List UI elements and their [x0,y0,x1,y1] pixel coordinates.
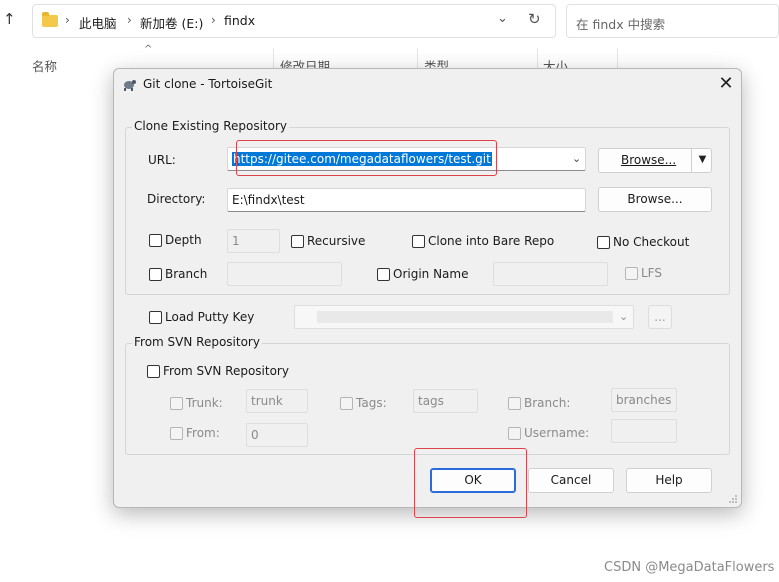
url-value[interactable]: https://gitee.com/megadataflowers/test.g… [232,152,492,166]
dialog-title: Git clone - TortoiseGit [143,77,273,91]
tags-checkbox[interactable] [340,397,353,410]
bare-repo-checkbox[interactable] [412,235,425,248]
help-button[interactable]: Help [626,468,712,493]
clone-existing-group-title: Clone Existing Repository [132,119,290,133]
trunk-value: trunk [251,394,283,408]
lfs-label[interactable]: LFS [641,266,662,280]
folder-icon [42,12,58,27]
no-checkout-checkbox[interactable] [597,236,610,249]
trunk-checkbox[interactable] [170,397,183,410]
origin-name-input[interactable] [493,262,608,286]
branch-checkbox[interactable] [149,268,162,281]
directory-value: E:\findx\test [232,193,305,207]
git-clone-dialog: Git clone - TortoiseGit ✕ Clone Existing… [113,68,742,508]
ok-button[interactable]: OK [430,468,516,493]
from-svn-label[interactable]: From SVN Repository [163,364,289,378]
tags-label[interactable]: Tags: [356,396,387,410]
recursive-label[interactable]: Recursive [307,234,365,248]
breadcrumb-item[interactable]: findx [224,13,255,28]
directory-label: Directory: [147,192,206,206]
cancel-button[interactable]: Cancel [528,468,614,493]
depth-input[interactable]: 1 [227,229,280,253]
from-input[interactable]: 0 [246,423,308,447]
username-label[interactable]: Username: [524,426,589,440]
cancel-label: Cancel [550,473,592,487]
username-input[interactable] [611,419,677,443]
dropdown-arrow-icon[interactable]: ▼ [691,148,713,173]
column-header-name[interactable]: 名称 [32,56,57,75]
from-svn-checkbox[interactable] [147,365,160,378]
url-browse-label[interactable]: Browse... [621,153,676,167]
directory-browse-label: Browse... [627,192,683,206]
putty-browse-button[interactable]: ... [648,305,672,329]
load-putty-key-label[interactable]: Load Putty Key [165,310,254,324]
tortoisegit-icon [124,80,136,91]
depth-value: 1 [232,234,240,248]
svn-group-title: From SVN Repository [132,335,262,349]
origin-name-checkbox[interactable] [377,268,390,281]
trunk-label[interactable]: Trunk: [186,396,223,410]
breadcrumb-item[interactable]: 新加卷 (E:) [140,13,203,32]
putty-key-combobox[interactable] [294,305,634,329]
from-label[interactable]: From: [186,426,220,440]
branch-input[interactable] [227,262,342,286]
dialog-titlebar[interactable]: Git clone - TortoiseGit ✕ [114,69,741,101]
load-putty-key-checkbox[interactable] [149,311,162,324]
url-label: URL: [148,153,176,167]
up-arrow-icon[interactable]: ↑ [3,10,16,28]
putty-browse-label: ... [654,310,666,324]
address-bar[interactable]: › 此电脑 › 新加卷 (E:) › findx ⌄ ↻ [32,4,556,38]
breadcrumb-separator-icon: › [65,13,70,27]
svn-branch-checkbox[interactable] [508,397,521,410]
bare-repo-label[interactable]: Clone into Bare Repo [428,234,554,248]
trunk-input[interactable]: trunk [246,389,308,413]
breadcrumb-separator-icon: › [127,13,132,27]
no-checkout-label[interactable]: No Checkout [613,235,689,249]
from-value: 0 [251,428,259,442]
chevron-down-icon[interactable]: ⌄ [572,152,581,165]
breadcrumb-item[interactable]: 此电脑 [79,13,117,32]
svn-branch-value: branches [616,393,672,407]
lfs-checkbox[interactable] [625,267,638,280]
directory-browse-button[interactable]: Browse... [598,187,712,212]
search-input[interactable]: 在 findx 中搜索 [566,4,779,38]
svn-branch-input[interactable]: branches [611,388,677,412]
breadcrumb-separator-icon: › [211,13,216,27]
depth-checkbox[interactable] [149,234,162,247]
from-checkbox[interactable] [170,427,183,440]
resize-grip-icon[interactable] [728,494,738,504]
chevron-down-icon[interactable]: ⌄ [619,310,628,323]
tags-value: tags [418,394,444,408]
search-placeholder: 在 findx 中搜索 [576,17,666,32]
username-checkbox[interactable] [508,427,521,440]
directory-input[interactable]: E:\findx\test [227,188,586,212]
tags-input[interactable]: tags [413,389,478,413]
origin-name-label[interactable]: Origin Name [393,267,469,281]
close-icon[interactable]: ✕ [711,71,741,99]
putty-key-field-fill [317,311,613,323]
depth-label[interactable]: Depth [165,233,202,247]
ok-label: OK [464,473,482,487]
explorer-toolbar: ↑ › 此电脑 › 新加卷 (E:) › findx ⌄ ↻ 在 findx 中… [0,0,779,42]
svn-branch-label[interactable]: Branch: [524,396,570,410]
chevron-down-icon[interactable]: ⌄ [497,11,508,26]
help-label: Help [655,473,683,487]
refresh-icon[interactable]: ↻ [528,10,541,28]
url-combobox[interactable]: https://gitee.com/megadataflowers/test.g… [227,147,586,171]
branch-label[interactable]: Branch [165,267,207,281]
url-browse-split-button[interactable]: Browse... ▼ [598,148,712,173]
sort-caret-icon: ^ [144,44,153,55]
recursive-checkbox[interactable] [291,235,304,248]
watermark: CSDN @MegaDataFlowers [604,560,775,575]
